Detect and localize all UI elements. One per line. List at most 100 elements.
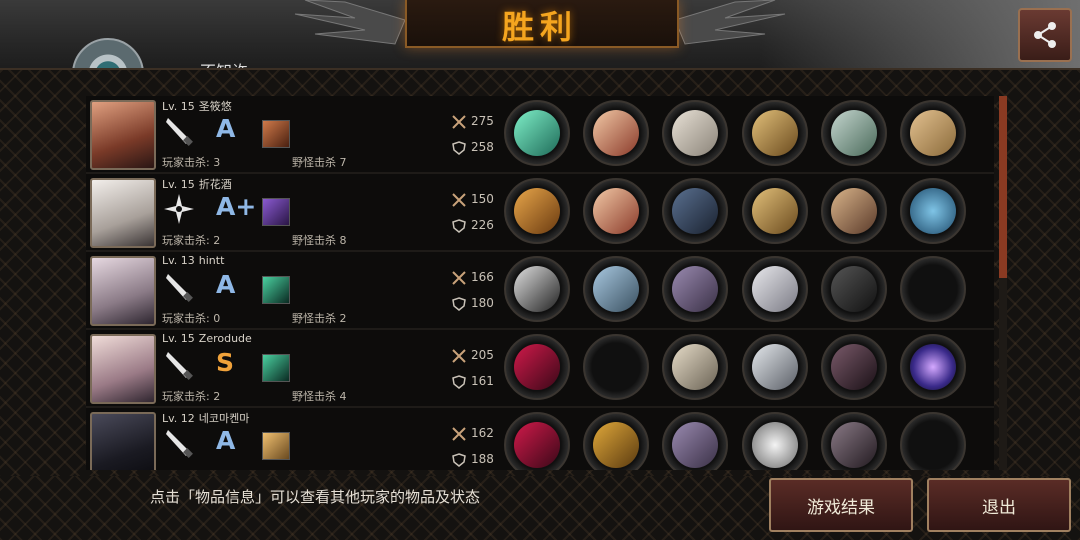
item-slot[interactable] [583,256,649,322]
attack-stat: 166 [451,270,494,285]
item-slot[interactable] [504,256,570,322]
defense-value: 188 [471,452,494,466]
item-slot[interactable] [662,178,728,244]
attack-value: 150 [471,192,494,206]
attack-stat: 205 [451,348,494,363]
item-slot[interactable] [504,412,570,470]
monster-kills: 野怪击杀 8 [292,234,347,247]
dark-gauntlet-icon [831,344,877,390]
item-slot[interactable] [900,334,966,400]
crimson-blade-icon [514,344,560,390]
grade-badge: A+ [216,192,257,221]
player-portrait[interactable] [90,334,156,404]
player-portrait[interactable] [90,412,156,470]
grade-badge: S [216,348,235,377]
attack-stat: 275 [451,114,494,129]
item-slot[interactable] [662,334,728,400]
grade-badge: A [216,114,236,143]
dark-boots-icon [831,266,877,312]
item-slot[interactable] [821,256,887,322]
player-row[interactable]: Lv. 15 Zerodude S 玩家击杀: 2 野怪击杀 4 205 161 [86,330,994,408]
item-slot[interactable] [900,412,966,470]
attack-value: 166 [471,270,494,284]
share-button[interactable] [1018,8,1072,62]
winged-ring-icon [593,110,639,156]
gauntlet-icon [831,188,877,234]
box-icon [910,110,956,156]
skill-icon[interactable] [262,432,290,460]
item-slot[interactable] [821,100,887,166]
item-slot[interactable] [662,412,728,470]
item-slot[interactable] [900,100,966,166]
player-kills: 玩家击杀: 3 [162,156,221,169]
player-level-name: Lv. 15 Zerodude [162,332,252,345]
item-slot[interactable] [742,334,808,400]
item-slot[interactable] [821,334,887,400]
item-slot[interactable] [662,256,728,322]
helmet-icon [593,266,639,312]
defense-stat: 161 [451,374,494,389]
item-slot[interactable] [662,100,728,166]
item-slot[interactable] [742,100,808,166]
scythe-icon [514,266,560,312]
chest-armor-icon [672,110,718,156]
shield-stat-icon [452,296,466,311]
item-slot[interactable] [583,412,649,470]
player-name-label: 圣筱悠 [198,100,232,113]
item-slot[interactable] [900,256,966,322]
player-row[interactable]: Lv. 13 hintt A 玩家击杀: 0 野怪击杀 2 166 180 [86,252,994,330]
item-slot[interactable] [742,256,808,322]
item-slot[interactable] [900,178,966,244]
twin-swords-icon [514,110,560,156]
item-slot[interactable] [504,334,570,400]
orb-icon [910,188,956,234]
player-row[interactable]: Lv. 15 折花酒 A+ 玩家击杀: 2 野怪击杀 8 150 226 [86,174,994,252]
player-portrait[interactable] [90,100,156,170]
defense-value: 161 [471,374,494,388]
player-portrait[interactable] [90,256,156,326]
monster-kills: 野怪击杀 4 [292,390,347,403]
knife-icon [166,352,193,380]
player-level-name: Lv. 15 折花酒 [162,176,232,192]
item-slot[interactable] [742,412,808,470]
item-slot[interactable] [821,412,887,470]
player-row[interactable]: Lv. 12 네코마켄마 A 162 188 [86,408,994,470]
defense-stat: 226 [451,218,494,233]
skill-icon[interactable] [262,354,290,382]
victory-title: 胜利 [501,8,578,46]
scrollbar[interactable] [999,96,1007,470]
crimson-blade-icon [514,422,560,468]
light-armor-icon [672,344,718,390]
boots-icon [831,110,877,156]
shuriken-icon [164,194,194,224]
item-slot[interactable] [583,178,649,244]
item-slot[interactable] [821,178,887,244]
exit-button[interactable]: 退出 [927,478,1071,532]
player-portrait[interactable] [90,178,156,248]
player-level-name: Lv. 13 hintt [162,254,224,267]
galaxy-orb-icon [910,344,956,390]
player-name-label: Zerodude [198,332,252,345]
left-wing-ornament [294,0,405,45]
item-slot[interactable] [504,100,570,166]
player-list[interactable]: Lv. 15 圣筱悠 A 玩家击杀: 3 野怪击杀 7 275 258 Lv. 15 折花酒 A+… [86,96,994,470]
item-slot[interactable] [583,334,649,400]
attack-stat: 150 [451,192,494,207]
item-slot[interactable] [742,178,808,244]
item-slot[interactable] [583,100,649,166]
skill-icon[interactable] [262,120,290,148]
share-icon [1034,22,1056,48]
skill-icon[interactable] [262,276,290,304]
crossed-swords-icon [452,348,466,363]
player-row[interactable]: Lv. 15 圣筱悠 A 玩家击杀: 3 野怪击杀 7 275 258 [86,96,994,174]
defense-value: 180 [471,296,494,310]
winged-ring-icon [593,188,639,234]
player-name-label: 折花酒 [198,178,232,191]
skill-icon[interactable] [262,198,290,226]
game-results-button[interactable]: 游戏结果 [769,478,913,532]
item-slot[interactable] [504,178,570,244]
scroll-thumb[interactable] [999,96,1007,278]
right-wing-ornament [675,0,786,45]
player-level: Lv. 15 [162,332,195,345]
monster-kills: 野怪击杀 2 [292,312,347,325]
